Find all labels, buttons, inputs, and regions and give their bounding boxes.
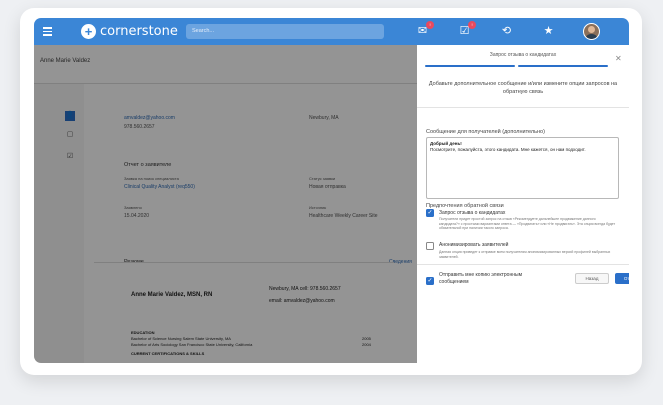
tasks-icon[interactable]: ☑! — [457, 21, 476, 39]
anonymize-description: Данная опция приведет к отправке всем по… — [439, 250, 611, 259]
feedback-request-dialog: Запрос отзыва о кандидатах ✕ Добавьте до… — [417, 45, 629, 363]
send-copy-label: Отправить мне копию электронным сообщени… — [439, 272, 523, 285]
avatar[interactable] — [583, 23, 600, 40]
send-button[interactable]: Отправить — [615, 273, 629, 284]
brand-name: cornerstone — [100, 24, 178, 39]
mail-badge: ! — [426, 21, 434, 29]
message-label: Сообщение для получателей (дополнительно… — [426, 129, 545, 135]
message-textarea[interactable]: Добрый день! Посмотрите, пожалуйста, это… — [426, 137, 619, 199]
modal-overlay[interactable] — [34, 45, 417, 363]
back-button[interactable]: Назад — [575, 273, 609, 284]
app-window: + cornerstone Search... ✉! ☑! ⟲ ★ Anne M… — [34, 18, 629, 363]
menu-icon[interactable] — [43, 27, 52, 36]
step-indicator-1 — [425, 65, 515, 67]
star-icon[interactable]: ★ — [541, 24, 556, 39]
anonymize-checkbox[interactable] — [426, 242, 434, 250]
anonymize-title: Анонимизировать заявителей — [439, 242, 509, 248]
request-feedback-checkbox[interactable]: ✓ — [426, 209, 434, 217]
mail-icon[interactable]: ✉! — [415, 21, 434, 39]
search-input[interactable]: Search... — [186, 24, 384, 39]
close-icon[interactable]: ✕ — [615, 54, 622, 63]
dialog-heading: Добавьте дополнительное сообщение и/или … — [428, 81, 618, 95]
brand-logo[interactable]: + cornerstone — [81, 24, 178, 39]
request-feedback-title: Запрос отзыва о кандидатах — [439, 210, 506, 216]
step-indicator-2 — [518, 65, 608, 67]
dialog-title: Запрос отзыва о кандидатах — [489, 52, 557, 58]
tasks-badge: ! — [468, 21, 476, 29]
message-body: Посмотрите, пожалуйста, этого кандидата.… — [430, 147, 586, 152]
top-bar: + cornerstone Search... ✉! ☑! ⟲ ★ — [34, 18, 629, 45]
history-icon[interactable]: ⟲ — [499, 24, 514, 39]
preferences-label: Предпочтения обратной связи — [426, 203, 504, 209]
send-copy-checkbox[interactable]: ✓ — [426, 277, 434, 285]
request-feedback-description: Получатели придет простой запрос на отзы… — [439, 217, 616, 230]
logo-icon: + — [81, 24, 96, 39]
